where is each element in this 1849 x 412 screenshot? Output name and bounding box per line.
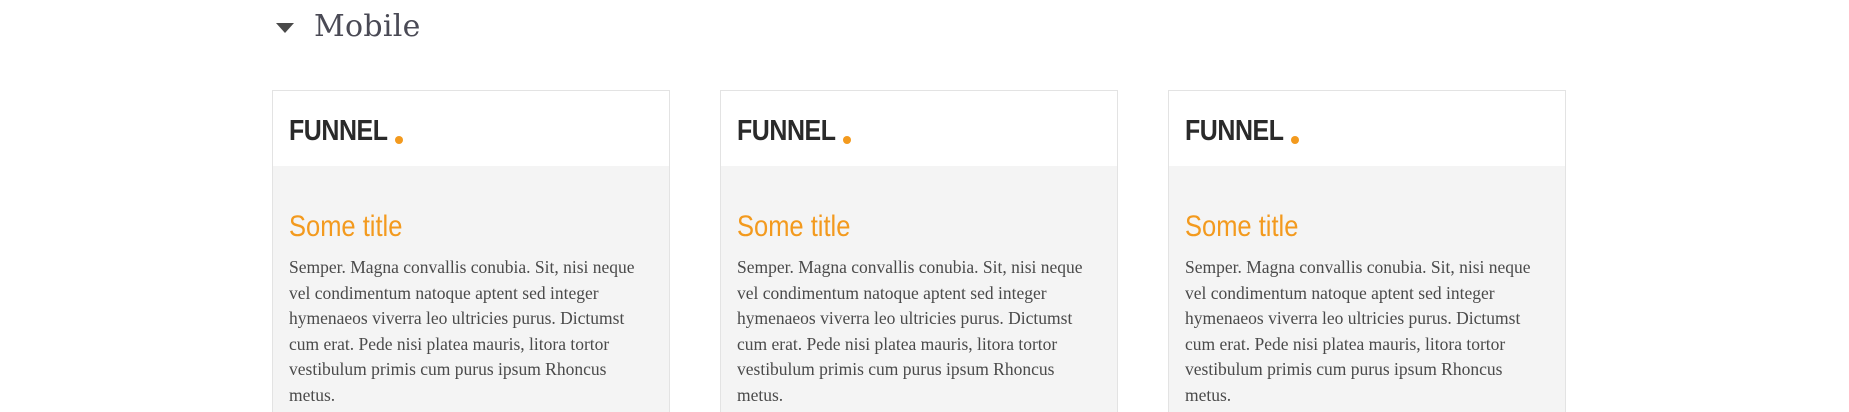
section-toggle-mobile[interactable]: Mobile (276, 6, 421, 46)
card-text: Semper. Magna convallis conubia. Sit, ni… (1185, 257, 1531, 405)
funnel-logo: FUNNEL (1185, 117, 1299, 146)
logo-dot-icon (842, 136, 851, 144)
email-template-list: FUNNEL Some title Semper. Magna convalli… (272, 90, 1566, 412)
caret-down-icon (276, 22, 294, 33)
logo-text: FUNNEL (737, 115, 836, 147)
template-card[interactable]: FUNNEL Some title Semper. Magna convalli… (720, 90, 1118, 412)
card-body: Some title Semper. Magna convallis conub… (273, 166, 669, 412)
logo-text: FUNNEL (289, 115, 388, 147)
card-header: FUNNEL (273, 91, 669, 166)
template-card[interactable]: FUNNEL Some title Semper. Magna convalli… (1168, 90, 1566, 412)
card-text: Semper. Magna convallis conubia. Sit, ni… (737, 257, 1083, 405)
card-body: Some title Semper. Magna convallis conub… (1169, 166, 1565, 412)
card-title: Some title (289, 210, 403, 243)
logo-dot-icon (1290, 136, 1299, 144)
funnel-logo: FUNNEL (289, 117, 403, 146)
card-body: Some title Semper. Magna convallis conub… (721, 166, 1117, 412)
card-title: Some title (1185, 210, 1299, 243)
template-card[interactable]: FUNNEL Some title Semper. Magna convalli… (272, 90, 670, 412)
card-text: Semper. Magna convallis conubia. Sit, ni… (289, 257, 635, 405)
section-title: Mobile (314, 8, 421, 44)
logo-dot-icon (394, 136, 403, 144)
card-title: Some title (737, 210, 851, 243)
card-header: FUNNEL (721, 91, 1117, 166)
logo-text: FUNNEL (1185, 115, 1284, 147)
card-header: FUNNEL (1169, 91, 1565, 166)
funnel-logo: FUNNEL (737, 117, 851, 146)
